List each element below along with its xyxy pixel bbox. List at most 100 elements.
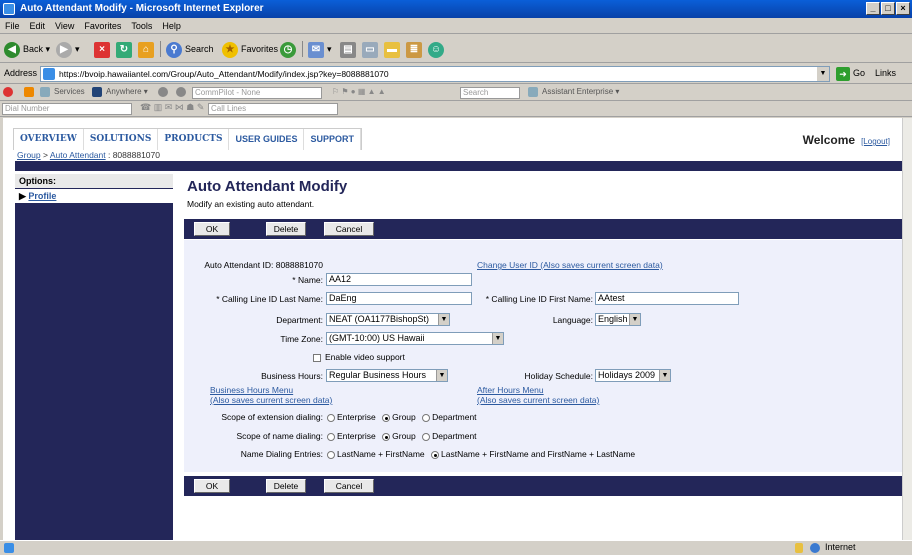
plugin-icon[interactable] xyxy=(24,87,34,97)
dial-number-input[interactable]: Dial Number xyxy=(2,103,132,115)
name-dialing-option2-radio[interactable] xyxy=(431,450,439,459)
home-icon: ⌂ xyxy=(138,41,154,58)
services-button[interactable]: Services xyxy=(54,87,85,96)
name-scope-department-radio[interactable] xyxy=(422,432,431,441)
delete-button[interactable]: Delete xyxy=(266,222,306,236)
time-zone-select[interactable]: (GMT-10:00) US Hawaii ▼ xyxy=(326,332,504,345)
research-button[interactable]: ≣ xyxy=(406,40,425,58)
business-hours-menu-note[interactable]: (Also saves current screen data) xyxy=(210,395,332,405)
links-button[interactable]: Links xyxy=(875,68,896,78)
cancel-button[interactable]: Cancel xyxy=(324,222,374,236)
breadcrumb-group[interactable]: Group xyxy=(17,150,41,160)
record-icon[interactable] xyxy=(3,87,13,97)
delete-button-bottom[interactable]: Delete xyxy=(266,479,306,493)
back-button[interactable]: ◀ Back ▾ xyxy=(4,40,50,58)
address-label: Address xyxy=(4,68,38,78)
go-button[interactable]: Go xyxy=(853,68,865,78)
ok-button[interactable]: OK xyxy=(194,222,230,236)
call-control-icons[interactable]: ☎ ▥ ✉ ⋈ ☗ ✎ xyxy=(140,102,204,113)
clid-last-field[interactable]: DaEng xyxy=(326,292,472,305)
minimize-button[interactable]: _ xyxy=(866,2,880,15)
nav-support[interactable]: SUPPORT xyxy=(304,129,361,150)
extension-scope-department-radio[interactable] xyxy=(422,413,431,422)
vertical-scrollbar[interactable] xyxy=(902,118,912,540)
menu-file[interactable]: File xyxy=(0,18,25,31)
extension-scope-label: Scope of extension dialing: xyxy=(221,412,323,422)
nav-overview[interactable]: OVERVIEW xyxy=(14,129,84,150)
toolbar-search-input[interactable]: Search xyxy=(460,87,520,99)
name-field[interactable]: AA12 xyxy=(326,273,472,286)
print-button[interactable]: ▤ xyxy=(340,40,359,58)
search-button[interactable]: ⚲ Search xyxy=(166,40,214,58)
search-icon: ⚲ xyxy=(166,41,182,58)
anywhere-button[interactable]: Anywhere ▾ xyxy=(106,87,148,96)
address-input[interactable]: https://bvoip.hawaiiantel.com/Group/Auto… xyxy=(40,66,830,82)
after-hours-menu-link[interactable]: After Hours Menu xyxy=(477,385,544,395)
history-button[interactable]: ◷ xyxy=(280,40,299,58)
assistant-button[interactable]: Assistant Enterprise ▾ xyxy=(542,87,619,96)
forward-button[interactable]: ▶ ▾ xyxy=(56,40,80,58)
name-scope-enterprise-radio[interactable] xyxy=(327,432,335,441)
plugin-toolbar: Services Anywhere ▾ CommPilot - None ⚐ ⚑… xyxy=(0,85,912,101)
business-hours-select[interactable]: Regular Business Hours ▼ xyxy=(326,369,448,382)
extension-scope-enterprise-radio[interactable] xyxy=(327,413,335,422)
services-icon xyxy=(40,87,50,97)
menu-tools[interactable]: Tools xyxy=(126,18,157,31)
mail-button[interactable]: ✉ ▾ xyxy=(308,40,332,58)
extension-scope-radios: Enterprise Group Department xyxy=(323,412,477,422)
edit-button[interactable]: ▭ xyxy=(362,40,381,58)
cancel-button-bottom[interactable]: Cancel xyxy=(324,479,374,493)
mail-icon: ✉ xyxy=(308,41,324,58)
menu-favorites[interactable]: Favorites xyxy=(79,18,126,31)
welcome-text: Welcome xyxy=(802,133,856,147)
sidebar-item-profile[interactable]: ▶ Profile xyxy=(15,189,173,203)
go-arrow-icon[interactable]: ➜ xyxy=(836,67,850,81)
ok-button-bottom[interactable]: OK xyxy=(194,479,230,493)
status-icon[interactable] xyxy=(176,87,186,97)
nav-products[interactable]: PRODUCTS xyxy=(158,129,230,150)
messenger-button[interactable]: ☺ xyxy=(428,40,447,58)
holiday-schedule-select[interactable]: Holidays 2009 ▼ xyxy=(595,369,671,382)
stop-button[interactable]: × xyxy=(94,40,113,58)
chevron-down-icon: ▼ xyxy=(436,370,447,381)
triangle-right-icon: ▶ xyxy=(19,191,29,201)
menu-help[interactable]: Help xyxy=(157,18,186,31)
logout-link[interactable]: [Logout] xyxy=(861,137,890,146)
maximize-button[interactable]: □ xyxy=(881,2,895,15)
extension-scope-group-radio[interactable] xyxy=(382,413,391,422)
back-arrow-icon: ◀ xyxy=(4,41,20,58)
toolbar-icons[interactable]: ⚐ ⚑ ● ▦ ▲ ▲ xyxy=(332,87,386,96)
home-button[interactable]: ⌂ xyxy=(138,40,157,58)
edit-icon: ▭ xyxy=(362,41,378,58)
commpilot-select[interactable]: CommPilot - None xyxy=(192,87,322,99)
favorites-button[interactable]: ★ Favorites xyxy=(222,40,278,58)
refresh-button[interactable]: ↻ xyxy=(116,40,135,58)
window-titlebar: Auto Attendant Modify - Microsoft Intern… xyxy=(0,0,912,18)
name-dialing-label: Name Dialing Entries: xyxy=(240,449,323,459)
nav-solutions[interactable]: SOLUTIONS xyxy=(84,129,159,150)
name-scope-radios: Enterprise Group Department xyxy=(323,431,477,441)
phone-icon[interactable] xyxy=(158,87,168,97)
chevron-down-icon: ▼ xyxy=(629,314,640,325)
name-scope-group-radio[interactable] xyxy=(382,432,391,441)
after-hours-menu-note[interactable]: (Also saves current screen data) xyxy=(477,395,599,405)
chevron-down-icon[interactable]: ▼ xyxy=(817,67,829,81)
holiday-schedule-label: Holiday Schedule: xyxy=(524,371,593,381)
breadcrumb-auto-attendant[interactable]: Auto Attendant xyxy=(50,150,106,160)
menu-edit[interactable]: Edit xyxy=(25,18,51,31)
change-user-id-link[interactable]: Change User ID (Also saves current scree… xyxy=(477,260,663,270)
toolbar-divider xyxy=(160,41,161,57)
folder-button[interactable]: ▬ xyxy=(384,40,403,58)
video-support-checkbox[interactable]: Enable video support xyxy=(313,352,405,362)
call-lines-select[interactable]: Call Lines xyxy=(208,103,338,115)
close-button[interactable]: × xyxy=(896,2,910,15)
menu-view[interactable]: View xyxy=(50,18,79,31)
language-select[interactable]: English ▼ xyxy=(595,313,641,326)
clid-first-field[interactable]: AAtest xyxy=(595,292,739,305)
ie-logo-icon xyxy=(3,3,15,15)
dial-toolbar: Dial Number ☎ ▥ ✉ ⋈ ☗ ✎ Call Lines xyxy=(0,101,912,117)
department-select[interactable]: NEAT (OA1177BishopSt) ▼ xyxy=(326,313,450,326)
name-dialing-option1-radio[interactable] xyxy=(327,450,335,459)
nav-user-guides[interactable]: USER GUIDES xyxy=(229,129,305,150)
business-hours-menu-link[interactable]: Business Hours Menu xyxy=(210,385,293,395)
